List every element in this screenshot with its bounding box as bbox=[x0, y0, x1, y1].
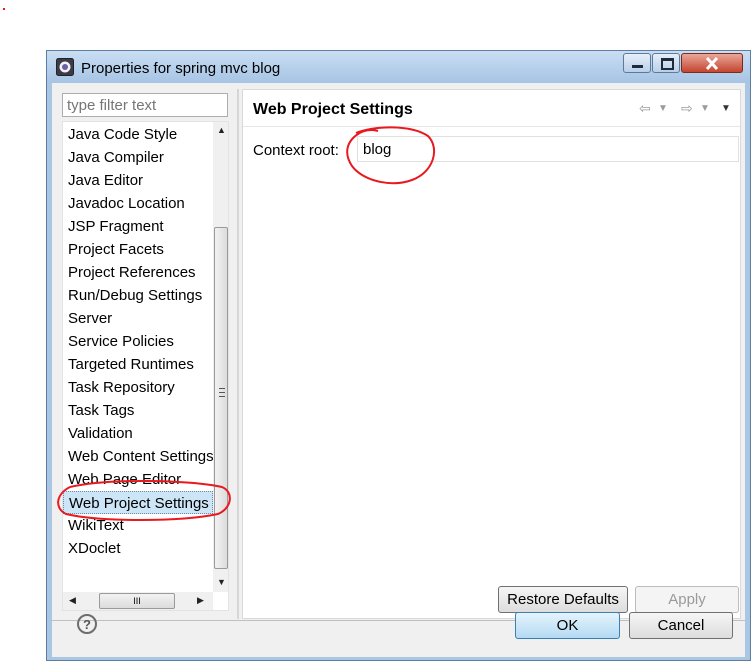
tree-item[interactable]: Server bbox=[63, 307, 213, 330]
tree-item[interactable]: Java Editor bbox=[63, 169, 213, 192]
dialog-body: Java Code StyleJava CompilerJava EditorJ… bbox=[52, 83, 745, 657]
corner-mark bbox=[3, 8, 5, 10]
title-bar: Properties for spring mvc blog bbox=[47, 51, 750, 83]
tree-item[interactable]: JSP Fragment bbox=[63, 215, 213, 238]
scroll-left-icon[interactable]: ◀ bbox=[69, 595, 76, 606]
window-title: Properties for spring mvc blog bbox=[81, 60, 281, 77]
back-arrow-icon[interactable]: ⇦ bbox=[639, 100, 651, 117]
scroll-down-icon[interactable]: ▼ bbox=[217, 577, 226, 587]
tree-item[interactable]: Run/Debug Settings bbox=[63, 284, 213, 307]
apply-button[interactable]: Apply bbox=[635, 586, 739, 613]
horizontal-scrollbar[interactable]: ◀ III ▶ bbox=[63, 592, 213, 610]
filter-input[interactable] bbox=[62, 93, 228, 117]
header-divider bbox=[243, 126, 740, 127]
minimize-button[interactable] bbox=[623, 53, 651, 73]
vertical-scroll-thumb[interactable] bbox=[214, 227, 228, 569]
properties-dialog: Properties for spring mvc blog Java Code… bbox=[46, 50, 751, 661]
tree-item[interactable]: Project Facets bbox=[63, 238, 213, 261]
eclipse-app-icon bbox=[56, 58, 74, 76]
pane-divider[interactable] bbox=[237, 89, 239, 619]
cancel-button[interactable]: Cancel bbox=[629, 612, 733, 639]
tree-item[interactable]: Task Tags bbox=[63, 399, 213, 422]
horizontal-scroll-thumb[interactable]: III bbox=[99, 593, 175, 609]
tree-item[interactable]: Targeted Runtimes bbox=[63, 353, 213, 376]
tree-item[interactable]: Java Compiler bbox=[63, 146, 213, 169]
grip-icon bbox=[219, 388, 225, 397]
forward-menu-chevron-icon[interactable]: ▼ bbox=[700, 103, 710, 114]
scroll-up-icon[interactable]: ▲ bbox=[217, 125, 226, 135]
restore-defaults-button[interactable]: Restore Defaults bbox=[498, 586, 628, 613]
forward-arrow-icon[interactable]: ⇨ bbox=[681, 100, 693, 117]
tree-item[interactable]: XDoclet bbox=[63, 537, 213, 560]
tree-item[interactable]: Validation bbox=[63, 422, 213, 445]
view-menu-chevron-icon[interactable]: ▼ bbox=[721, 103, 731, 114]
screenshot: { "window": { "title": "Properties for s… bbox=[0, 0, 751, 661]
tree-item[interactable]: Service Policies bbox=[63, 330, 213, 353]
property-tree: Java Code Style Java Compiler Java Editor J… bbox=[62, 121, 229, 611]
tree-item[interactable]: Task Repository bbox=[63, 376, 213, 399]
vertical-scrollbar[interactable]: ▲ ▼ bbox=[213, 122, 228, 592]
back-menu-chevron-icon[interactable]: ▼ bbox=[658, 103, 668, 114]
tree-item[interactable]: WikiText bbox=[63, 514, 213, 537]
tree-item[interactable]: Web Content Settings bbox=[63, 445, 213, 468]
tree-item[interactable]: Web Project Settings bbox=[63, 491, 213, 514]
page-title: Web Project Settings bbox=[253, 101, 413, 118]
ok-button[interactable]: OK bbox=[515, 612, 620, 639]
help-icon[interactable]: ? bbox=[77, 614, 97, 634]
scroll-right-icon[interactable]: ▶ bbox=[197, 595, 204, 606]
context-root-input[interactable] bbox=[357, 136, 739, 162]
close-button[interactable] bbox=[681, 53, 743, 73]
settings-page: Web Project Settings ⇦ ▼ ⇨ ▼ ▼ Context r… bbox=[242, 89, 741, 619]
tree-item[interactable]: Javadoc Location bbox=[63, 192, 213, 215]
tree-item[interactable]: Web Page Editor bbox=[63, 468, 213, 491]
tree-item[interactable]: Java Code Style bbox=[63, 123, 213, 146]
tree-item[interactable]: Project References bbox=[63, 261, 213, 284]
context-root-label: Context root: bbox=[253, 142, 339, 159]
close-icon bbox=[705, 57, 719, 70]
maximize-button[interactable] bbox=[652, 53, 680, 73]
